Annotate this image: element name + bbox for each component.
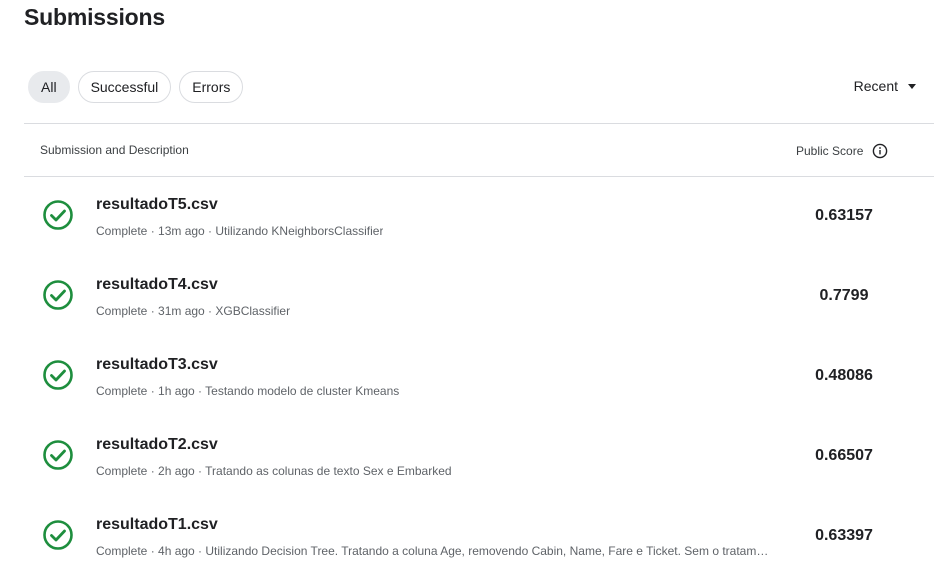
public-score: 0.48086 (815, 367, 873, 384)
check-circle-icon (43, 520, 73, 550)
submission-row[interactable]: resultadoT4.csv Complete · 31m ago · XGB… (24, 257, 934, 337)
header-divider-top (24, 123, 934, 124)
filter-chips: All Successful Errors (28, 71, 244, 103)
public-score: 0.63397 (815, 527, 873, 544)
submission-list: resultadoT5.csv Complete · 13m ago · Uti… (24, 177, 934, 577)
column-header-submission: Submission and Description (40, 143, 189, 157)
check-circle-icon (43, 200, 73, 230)
filter-successful-chip[interactable]: Successful (77, 71, 172, 103)
submission-row[interactable]: resultadoT1.csv Complete · 4h ago · Util… (24, 497, 934, 577)
submission-row[interactable]: resultadoT5.csv Complete · 13m ago · Uti… (24, 177, 934, 257)
filter-errors-chip[interactable]: Errors (179, 71, 244, 103)
submission-description: Complete · 2h ago · Tratando as colunas … (96, 464, 452, 478)
submission-filename[interactable]: resultadoT2.csv (96, 436, 218, 454)
submission-description: Complete · 1h ago · Testando modelo de c… (96, 384, 400, 398)
page-title: Submissions (24, 4, 165, 30)
public-score: 0.66507 (815, 447, 873, 464)
submission-filename[interactable]: resultadoT3.csv (96, 356, 218, 374)
submission-description: Complete · 31m ago · XGBClassifier (96, 304, 291, 318)
check-circle-icon (43, 440, 73, 470)
submission-description: Complete · 13m ago · Utilizando KNeighbo… (96, 224, 384, 238)
public-score: 0.7799 (819, 287, 869, 304)
submission-row[interactable]: resultadoT3.csv Complete · 1h ago · Test… (24, 337, 934, 417)
caret-down-icon (908, 84, 916, 89)
filter-all-chip[interactable]: All (28, 71, 70, 103)
submission-filename[interactable]: resultadoT1.csv (96, 516, 218, 534)
check-circle-icon (43, 280, 73, 310)
submission-filename[interactable]: resultadoT4.csv (96, 276, 218, 294)
submission-row[interactable]: resultadoT2.csv Complete · 2h ago · Trat… (24, 417, 934, 497)
submissions-page: Submissions All Successful Errors Recent… (0, 0, 938, 588)
check-circle-icon (43, 360, 73, 390)
column-header-score: Public Score (796, 143, 888, 159)
public-score: 0.63157 (815, 207, 873, 224)
sort-label: Recent (853, 78, 898, 94)
info-icon[interactable] (872, 143, 888, 159)
column-header-score-label: Public Score (796, 144, 864, 158)
sort-dropdown[interactable]: Recent (854, 78, 916, 94)
submission-filename[interactable]: resultadoT5.csv (96, 196, 218, 214)
submission-description: Complete · 4h ago · Utilizando Decision … (96, 544, 772, 558)
